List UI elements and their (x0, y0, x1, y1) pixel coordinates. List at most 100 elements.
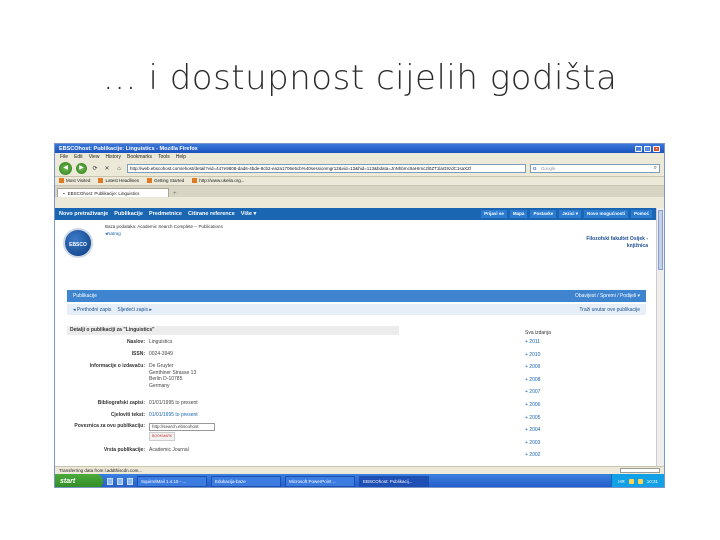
nav-publications[interactable]: Publikacije (114, 211, 143, 217)
bookmark-most-visited[interactable]: Most Visited (59, 178, 90, 184)
nav-languages[interactable]: Jezici ▾ (559, 210, 581, 218)
google-icon: G (533, 166, 537, 171)
publications-bar: Publikacije Obavijest / Spremi / Podijel… (67, 290, 646, 302)
nav-more[interactable]: Više ▾ (241, 211, 257, 217)
next-record-link[interactable]: Sljedeći zapis ▸ (117, 307, 151, 313)
stop-icon[interactable]: ✕ (103, 165, 111, 173)
detail-row-publisher: Informacije o izdavaču: De Gruyter Genth… (89, 363, 197, 389)
nav-folder[interactable]: Mapa (509, 210, 528, 218)
close-button[interactable]: × (653, 145, 660, 152)
detail-row-type: Vrsta publikacije: Academic Journal (103, 447, 189, 453)
page-icon (192, 178, 198, 184)
status-text: Transferring data from l.addthiscdn.com.… (59, 468, 143, 473)
database-info: Baza podataka: Academic Search Complete … (105, 224, 223, 229)
window-titlebar: EBSCOhost: Publikacije: Linguistics - Mo… (55, 144, 664, 153)
year-2008[interactable]: + 2008 (525, 377, 551, 390)
url-input[interactable]: http://web.ebscohost.com/ehost/detail?vi… (127, 164, 526, 173)
rss-icon (98, 178, 104, 184)
menu-file[interactable]: File (60, 154, 68, 160)
permalink-input[interactable]: http://search.ebscohost (149, 423, 215, 431)
search-within-link[interactable]: Traži unutar ove publikacije (579, 307, 640, 313)
ebsco-navbar: Novo pretraživanje Publikacije Predmetni… (55, 208, 656, 220)
ebsco-logo[interactable]: EBSCO (63, 228, 93, 258)
nav-subjects[interactable]: Predmetnice (149, 211, 182, 217)
year-2006[interactable]: + 2006 (525, 402, 551, 415)
nav-help[interactable]: Pomoć (630, 210, 652, 218)
back-link[interactable]: ◂Natrag (105, 231, 121, 237)
record-navigation: ◂ Prethodni zapis Sljedeći zapis ▸ Traži… (67, 304, 646, 315)
year-2003[interactable]: + 2003 (525, 440, 551, 453)
reload-icon[interactable]: ⟳ (91, 165, 99, 173)
taskbar: start SquirrelMail 1.4.15 - ... Edukacij… (55, 474, 664, 487)
menu-help[interactable]: Help (176, 154, 186, 160)
maximize-button[interactable]: □ (644, 145, 651, 152)
bookmark-latest-headlines[interactable]: Latest Headlines (98, 178, 139, 184)
publications-label: Publikacije (73, 293, 97, 299)
menu-bookmarks[interactable]: Bookmarks (127, 154, 152, 160)
search-placeholder: Google (541, 166, 556, 171)
bookmark-ukeila[interactable]: http://www.ukeila.org... (192, 178, 245, 184)
details-heading: Detalji o publikaciji za "Linguistics" (67, 326, 399, 335)
search-input[interactable]: G Google ⌕ (530, 164, 660, 173)
slide-title: … i dostupnost cijelih godišta (102, 58, 618, 98)
year-list: Sva izdanja + 2011 + 2010 + 2009 + 2008 … (525, 330, 551, 465)
detail-row-permalink: Poveznica za ovu publikaciju: http://sea… (67, 423, 399, 441)
quicklaunch-icon[interactable] (127, 478, 133, 485)
nav-cited-references[interactable]: Citirane reference (188, 211, 235, 217)
detail-row-issn: ISSN: 0024-3949 (131, 351, 173, 357)
year-2005[interactable]: + 2005 (525, 415, 551, 428)
back-icon[interactable]: ◀ (59, 162, 72, 175)
forward-icon[interactable]: ▶ (76, 163, 87, 174)
home-icon[interactable]: ⌂ (115, 165, 123, 173)
system-tray: HR 10:31 (611, 474, 664, 487)
navigation-toolbar: ◀ ▶ ⟳ ✕ ⌂ http://web.ebscohost.com/ehost… (55, 161, 664, 177)
detail-row-bibliographic: Bibliografski zapisi: 01/01/1995 to pres… (97, 400, 198, 406)
minimize-button[interactable]: _ (635, 145, 642, 152)
year-2010[interactable]: + 2010 (525, 352, 551, 365)
year-2007[interactable]: + 2007 (525, 389, 551, 402)
year-2002[interactable]: + 2002 (525, 452, 551, 465)
start-button[interactable]: start (55, 474, 103, 487)
clock: 10:31 (646, 479, 658, 484)
tab-favicon-icon: ▪ (63, 190, 65, 196)
status-bar: Transferring data from l.addthiscdn.com.… (55, 466, 664, 474)
tab-ebscohost[interactable]: ▪ EBSCOhost: Publikacije: Linguistics (57, 188, 169, 197)
page-content: Novo pretraživanje Publikacije Predmetni… (55, 208, 656, 466)
task-edukacija[interactable]: Edukacija-baze (211, 476, 281, 487)
search-icon[interactable]: ⌕ (654, 165, 657, 172)
task-powerpoint[interactable]: Microsoft PowerPoint ... (285, 476, 355, 487)
new-tab-button[interactable]: + (173, 191, 177, 197)
nav-sign-in[interactable]: Prijavi se (481, 210, 507, 218)
bookmark-button[interactable]: BOOKMARK (149, 432, 176, 441)
quicklaunch-icon[interactable] (107, 478, 113, 485)
menu-history[interactable]: History (105, 154, 121, 160)
tray-icon[interactable] (628, 479, 634, 484)
year-list-heading: Sva izdanja (525, 330, 551, 336)
task-ebscohost[interactable]: EBSCOhost: Publikacij... (359, 476, 429, 487)
bookmark-getting-started[interactable]: Getting Started (146, 178, 184, 184)
quicklaunch-icon[interactable] (117, 478, 123, 485)
firefox-icon (146, 178, 152, 184)
browser-screenshot: EBSCOhost: Publikacije: Linguistics - Mo… (54, 143, 665, 488)
menu-bar: File Edit View History Bookmarks Tools H… (55, 153, 664, 161)
share-menu[interactable]: Obavijest / Spremi / Podijeli ▾ (575, 293, 640, 299)
task-squirrelmail[interactable]: SquirrelMail 1.4.15 - ... (137, 476, 207, 487)
language-indicator[interactable]: HR (618, 479, 625, 484)
tray-icon[interactable] (637, 479, 643, 484)
menu-view[interactable]: View (89, 154, 100, 160)
page-header: EBSCO Baza podataka: Academic Search Com… (55, 220, 656, 264)
year-2004[interactable]: + 2004 (525, 427, 551, 440)
menu-edit[interactable]: Edit (74, 154, 83, 160)
nav-new-features[interactable]: Novo mogućnosti (583, 210, 628, 218)
menu-tools[interactable]: Tools (158, 154, 170, 160)
year-2009[interactable]: + 2009 (525, 364, 551, 377)
nav-preferences[interactable]: Postavke (530, 210, 557, 218)
detail-row-title: Naslov: Linguistics (126, 339, 173, 345)
scrollbar-thumb[interactable] (658, 210, 663, 270)
nav-new-search[interactable]: Novo pretraživanje (59, 211, 108, 217)
year-2011[interactable]: + 2011 (525, 339, 551, 352)
vertical-scrollbar[interactable] (656, 208, 664, 466)
fulltext-link[interactable]: 01/01/1995 to present (149, 412, 399, 419)
tab-strip: ▪ EBSCOhost: Publikacije: Linguistics + (55, 186, 664, 197)
prev-record-link[interactable]: ◂ Prethodni zapis (73, 307, 111, 313)
